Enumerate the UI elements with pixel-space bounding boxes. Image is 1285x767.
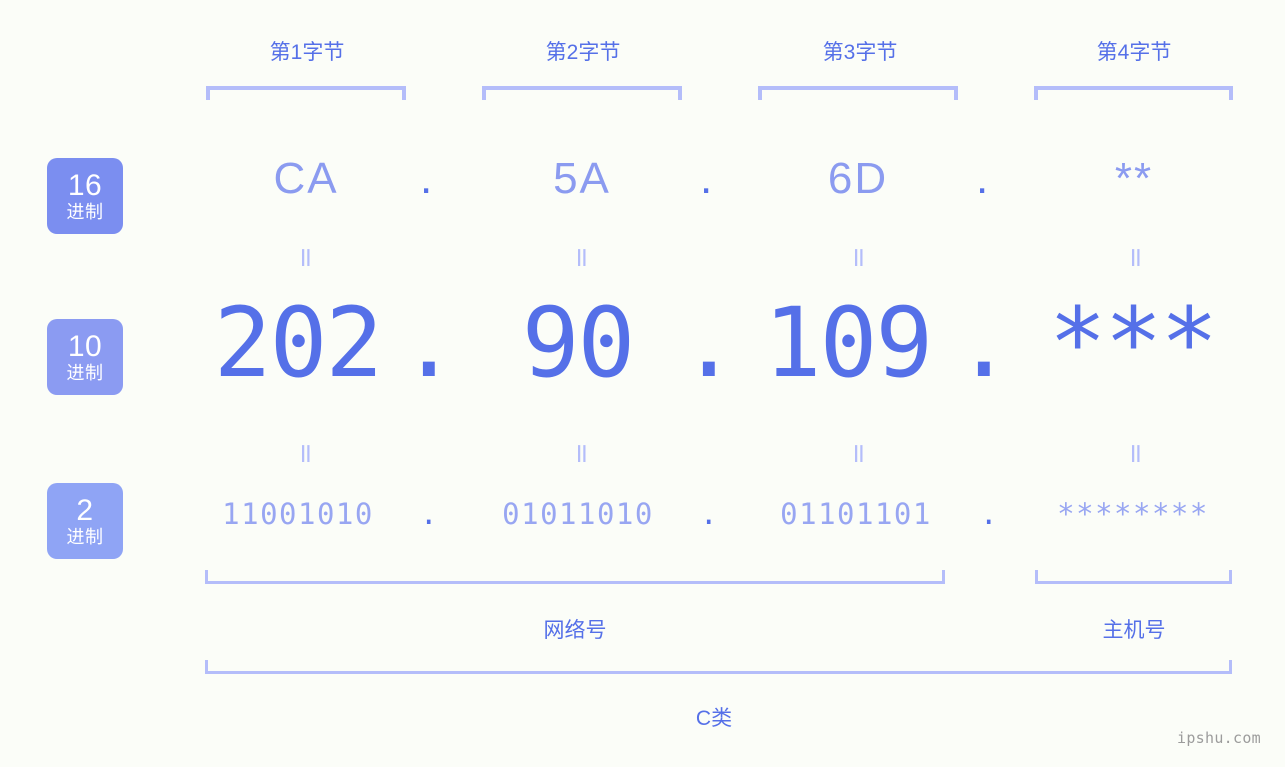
hex-separator-3: . <box>976 154 989 203</box>
equals-connector-hex-dec-4: = <box>1120 246 1152 269</box>
base-badge-hex: 16 进制 <box>47 158 123 234</box>
dec-separator-3: . <box>955 287 1013 399</box>
hex-octet-2: 5A <box>553 154 611 203</box>
host-portion-label: 主机号 <box>1102 619 1166 642</box>
dec-octet-4: *** <box>1048 287 1218 399</box>
base-badge-dec: 10 进制 <box>47 319 123 395</box>
equals-connector-hex-dec-2: = <box>566 246 598 269</box>
site-watermark: ipshu.com <box>1177 729 1261 747</box>
host-portion-bracket <box>1035 570 1232 584</box>
base-badge-bin-number: 2 <box>76 494 94 527</box>
bin-separator-3: . <box>980 497 998 531</box>
hex-octet-4: ** <box>1114 154 1154 203</box>
ip-class-bracket <box>205 660 1232 674</box>
ip-address-breakdown-diagram: 第1字节 第2字节 第3字节 第4字节 16 进制 10 进制 2 进制 CA … <box>0 0 1285 767</box>
equals-connector-dec-bin-2: = <box>566 442 598 465</box>
hex-octet-1: CA <box>273 154 339 203</box>
byte-header-1: 第1字节 <box>269 41 345 64</box>
byte-bracket-4 <box>1034 86 1233 100</box>
base-badge-bin-unit: 进制 <box>66 527 104 547</box>
base-badge-dec-unit: 进制 <box>66 363 104 383</box>
dec-octet-2: 90 <box>521 287 636 399</box>
bin-octet-3: 01101101 <box>780 497 932 531</box>
ip-class-label: C类 <box>695 707 733 730</box>
bin-octet-1: 11001010 <box>222 497 374 531</box>
network-portion-bracket <box>205 570 945 584</box>
dec-separator-1: . <box>400 287 458 399</box>
byte-bracket-2 <box>482 86 682 100</box>
byte-header-3: 第3字节 <box>822 41 898 64</box>
base-badge-bin: 2 进制 <box>47 483 123 559</box>
base-badge-dec-number: 10 <box>67 330 103 363</box>
dec-octet-1: 202 <box>213 287 383 399</box>
equals-connector-hex-dec-3: = <box>843 246 875 269</box>
byte-header-2: 第2字节 <box>545 41 621 64</box>
byte-bracket-1 <box>206 86 406 100</box>
dec-separator-2: . <box>680 287 738 399</box>
base-badge-hex-unit: 进制 <box>66 202 104 222</box>
dec-octet-3: 109 <box>763 287 933 399</box>
bin-separator-2: . <box>700 497 718 531</box>
hex-octet-3: 6D <box>827 154 889 203</box>
bin-separator-1: . <box>420 497 438 531</box>
base-badge-hex-number: 16 <box>67 169 103 202</box>
hex-separator-1: . <box>420 154 433 203</box>
equals-connector-dec-bin-3: = <box>843 442 875 465</box>
byte-header-4: 第4字节 <box>1096 41 1172 64</box>
equals-connector-dec-bin-4: = <box>1120 442 1152 465</box>
network-portion-label: 网络号 <box>543 619 607 642</box>
byte-bracket-3 <box>758 86 958 100</box>
hex-separator-2: . <box>700 154 713 203</box>
equals-connector-hex-dec-1: = <box>290 246 322 269</box>
equals-connector-dec-bin-1: = <box>290 442 322 465</box>
bin-octet-4: ******** <box>1057 497 1209 531</box>
bin-octet-2: 01011010 <box>502 497 654 531</box>
